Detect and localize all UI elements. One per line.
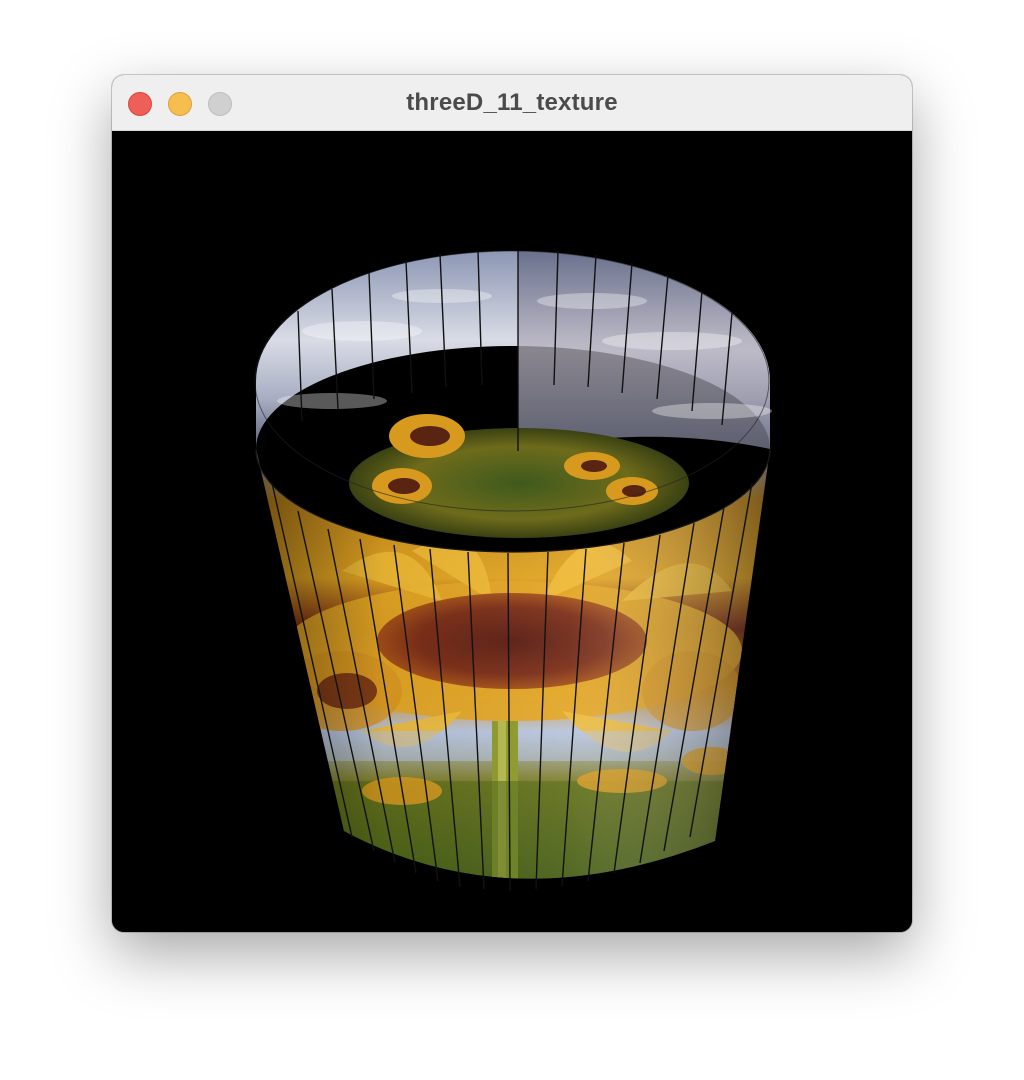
cylinder-scene [254, 250, 772, 892]
window-title: threeD_11_texture [406, 89, 618, 116]
cylinder-inner-wall [256, 251, 772, 538]
app-window: threeD_11_texture [112, 75, 912, 932]
title-bar[interactable]: threeD_11_texture [112, 75, 912, 131]
render-canvas[interactable] [112, 131, 912, 932]
